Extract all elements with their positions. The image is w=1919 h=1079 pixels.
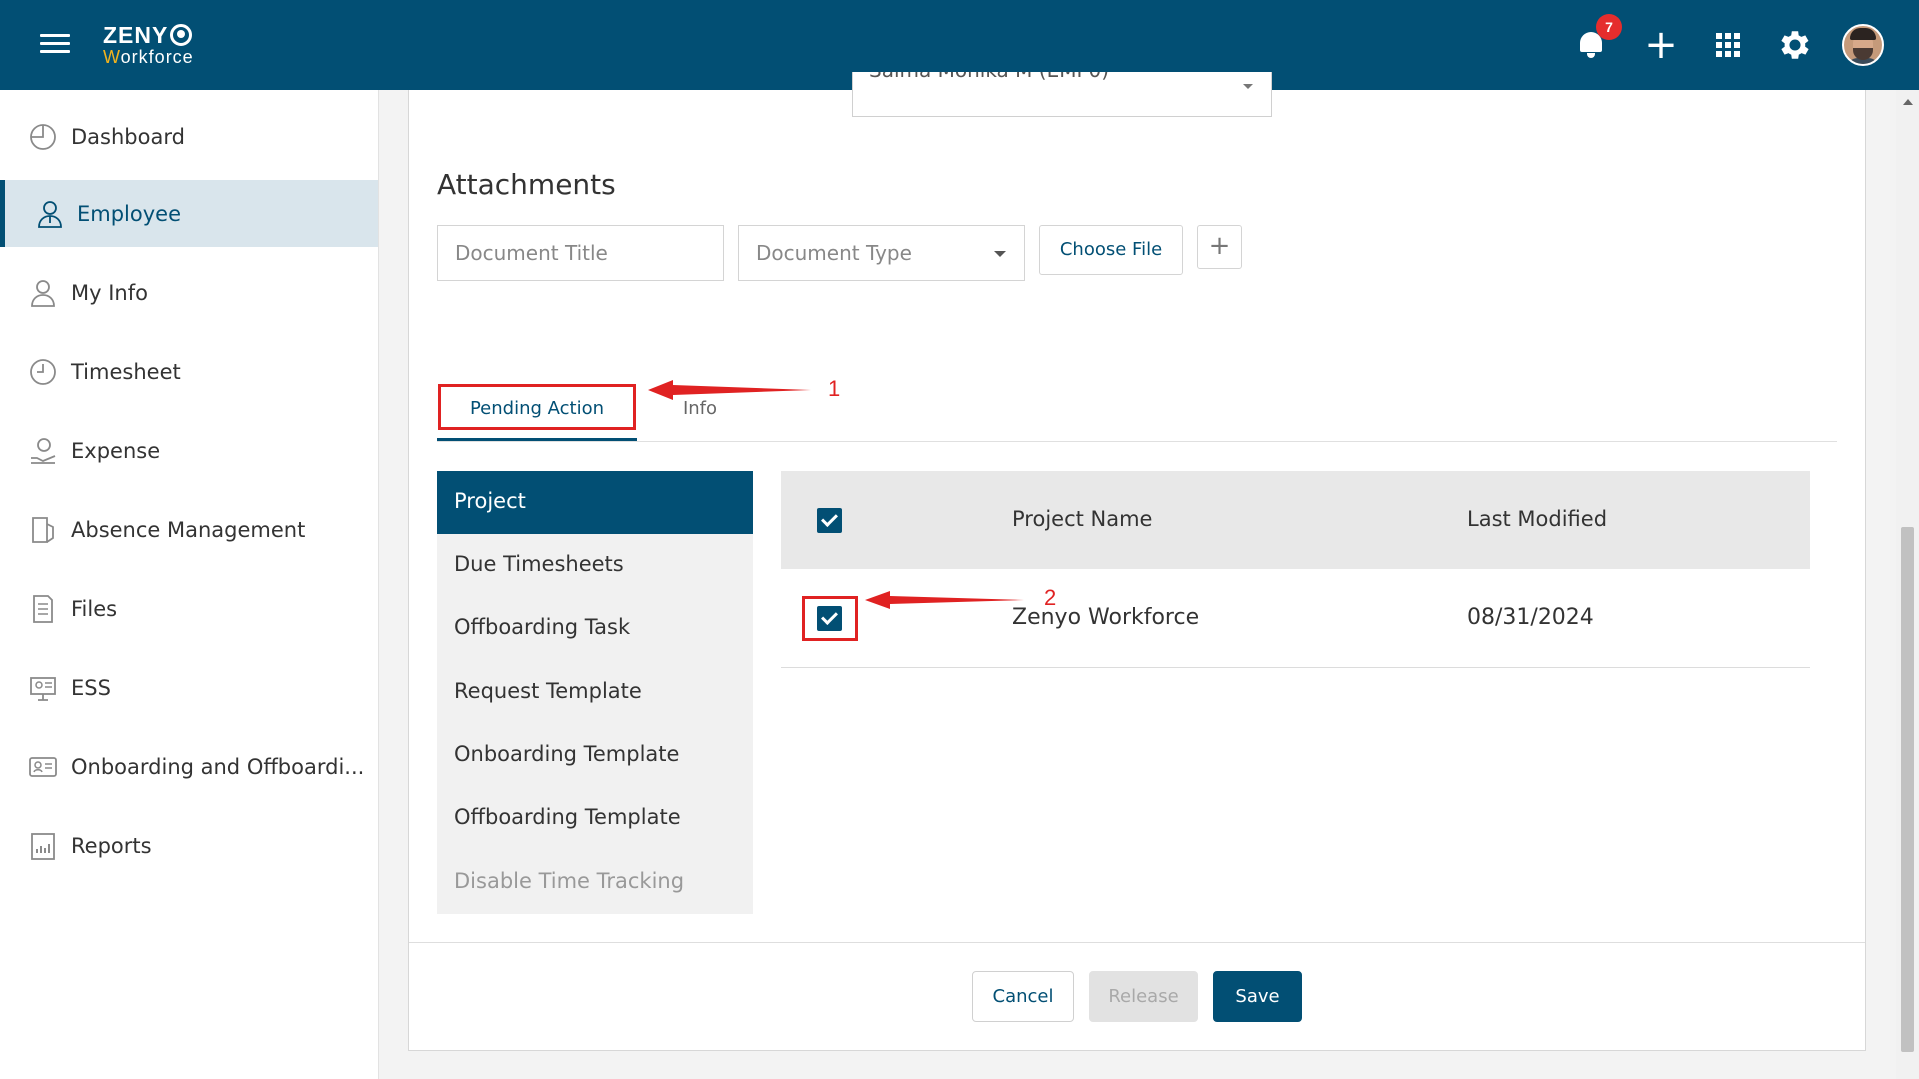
apps-grid-icon[interactable] bbox=[1709, 26, 1747, 64]
sidebar-item-label: Timesheet bbox=[71, 359, 181, 384]
employee-select[interactable]: Salma Monika M (EMP0) bbox=[852, 72, 1272, 117]
logo[interactable]: ZENY Workforce bbox=[103, 22, 194, 67]
list-item-label: Offboarding Template bbox=[454, 805, 681, 829]
document-title-input[interactable] bbox=[437, 225, 724, 281]
sidebar-item-label: Dashboard bbox=[71, 124, 185, 149]
tab-label: Pending Action bbox=[469, 398, 605, 419]
footer-divider bbox=[409, 942, 1865, 943]
list-item-label: Onboarding Template bbox=[454, 742, 680, 766]
attachments-title: Attachments bbox=[437, 168, 616, 201]
notification-badge: 7 bbox=[1596, 14, 1622, 40]
sidebar-item-label: ESS bbox=[71, 675, 111, 700]
list-item-due-timesheets[interactable]: Due Timesheets bbox=[437, 534, 753, 597]
sidebar: Dashboard Employee My Info Timesheet Exp… bbox=[0, 90, 379, 1079]
document-type-select[interactable]: Document Type bbox=[738, 225, 1025, 281]
gear-icon[interactable] bbox=[1776, 26, 1814, 64]
list-item-label: Due Timesheets bbox=[454, 552, 624, 576]
list-item-onboarding-template[interactable]: Onboarding Template bbox=[437, 724, 753, 787]
expense-icon bbox=[28, 436, 58, 466]
my-info-icon bbox=[28, 278, 58, 308]
logo-w: W bbox=[103, 47, 121, 67]
choose-file-button[interactable]: Choose File bbox=[1039, 225, 1183, 275]
add-attachment-button[interactable]: + bbox=[1197, 225, 1242, 269]
chevron-down-icon bbox=[1243, 84, 1253, 89]
logo-o-icon bbox=[170, 24, 193, 46]
door-icon bbox=[28, 515, 58, 545]
release-button: Release bbox=[1089, 971, 1198, 1022]
row-checkbox[interactable] bbox=[817, 606, 842, 631]
scrollbar[interactable] bbox=[1896, 90, 1919, 1079]
annotation-arrow bbox=[648, 380, 811, 400]
sidebar-item-label: Expense bbox=[71, 438, 161, 463]
sidebar-item-dashboard[interactable]: Dashboard bbox=[0, 103, 378, 170]
sidebar-item-timesheet[interactable]: Timesheet bbox=[0, 338, 378, 405]
list-item-disable-time-tracking: Disable Time Tracking bbox=[437, 851, 753, 914]
caret-down-icon bbox=[994, 251, 1006, 257]
file-icon bbox=[28, 594, 58, 624]
pending-action-list: Project Due Timesheets Offboarding Task … bbox=[437, 471, 753, 914]
select-all-checkbox[interactable] bbox=[817, 508, 842, 533]
scroll-up-icon[interactable] bbox=[1903, 99, 1913, 105]
logo-subtext: orkforce bbox=[120, 47, 194, 67]
avatar[interactable] bbox=[1842, 24, 1884, 66]
sidebar-item-label: Files bbox=[71, 596, 118, 621]
annotation-number: 1 bbox=[828, 376, 841, 401]
sidebar-item-label: Absence Management bbox=[71, 517, 306, 542]
sidebar-item-employee[interactable]: Employee bbox=[0, 180, 378, 247]
list-item-offboarding-template[interactable]: Offboarding Template bbox=[437, 787, 753, 850]
sidebar-item-reports[interactable]: Reports bbox=[0, 812, 378, 879]
ess-icon bbox=[28, 673, 58, 703]
list-item-label: Request Template bbox=[454, 679, 642, 703]
list-item-label: Offboarding Task bbox=[454, 615, 631, 639]
list-item-request-template[interactable]: Request Template bbox=[437, 661, 753, 724]
cancel-button[interactable]: Cancel bbox=[972, 971, 1074, 1022]
column-header-project-name: Project Name bbox=[1012, 507, 1153, 531]
sidebar-item-my-info[interactable]: My Info bbox=[0, 259, 378, 326]
annotation-arrow bbox=[865, 591, 1024, 609]
scrollbar-thumb[interactable] bbox=[1901, 527, 1914, 1052]
list-item-label: Disable Time Tracking bbox=[454, 869, 685, 893]
table-row[interactable]: Zenyo Workforce 08/31/2024 bbox=[781, 569, 1810, 668]
sidebar-item-absence-management[interactable]: Absence Management bbox=[0, 496, 378, 563]
id-card-icon bbox=[28, 752, 58, 782]
list-item-offboarding-task[interactable]: Offboarding Task bbox=[437, 597, 753, 660]
report-icon bbox=[28, 831, 58, 861]
cell-project-name: Zenyo Workforce bbox=[1012, 605, 1200, 630]
table-header: Project Name Last Modified bbox=[781, 471, 1810, 569]
hamburger-menu-icon[interactable] bbox=[40, 34, 70, 58]
list-item-project[interactable]: Project bbox=[437, 471, 753, 534]
sidebar-item-label: Employee bbox=[77, 201, 182, 226]
cell-last-modified: 08/31/2024 bbox=[1467, 605, 1594, 630]
save-button[interactable]: Save bbox=[1213, 971, 1302, 1022]
dashboard-icon bbox=[28, 122, 58, 152]
document-type-placeholder: Document Type bbox=[756, 241, 912, 265]
plus-icon[interactable]: + bbox=[1642, 25, 1680, 65]
clock-icon bbox=[28, 357, 58, 387]
sidebar-item-ess[interactable]: ESS bbox=[0, 654, 378, 721]
sidebar-item-label: Onboarding and Offboardi... bbox=[71, 754, 365, 779]
annotation-number: 2 bbox=[1044, 585, 1057, 610]
tab-pending-action[interactable]: Pending Action bbox=[437, 383, 637, 441]
sidebar-item-expense[interactable]: Expense bbox=[0, 417, 378, 484]
column-header-last-modified: Last Modified bbox=[1467, 507, 1608, 531]
employee-select-value: Salma Monika M (EMP0) bbox=[869, 72, 1109, 82]
sidebar-item-label: Reports bbox=[71, 833, 152, 858]
employee-icon bbox=[35, 199, 65, 229]
tabs-divider bbox=[437, 441, 1837, 442]
sidebar-item-label: My Info bbox=[71, 280, 148, 305]
list-item-label: Project bbox=[454, 489, 526, 513]
sidebar-item-onboarding[interactable]: Onboarding and Offboardi... bbox=[0, 733, 378, 800]
sidebar-item-files[interactable]: Files bbox=[0, 575, 378, 642]
logo-text: ZENY bbox=[103, 22, 169, 48]
